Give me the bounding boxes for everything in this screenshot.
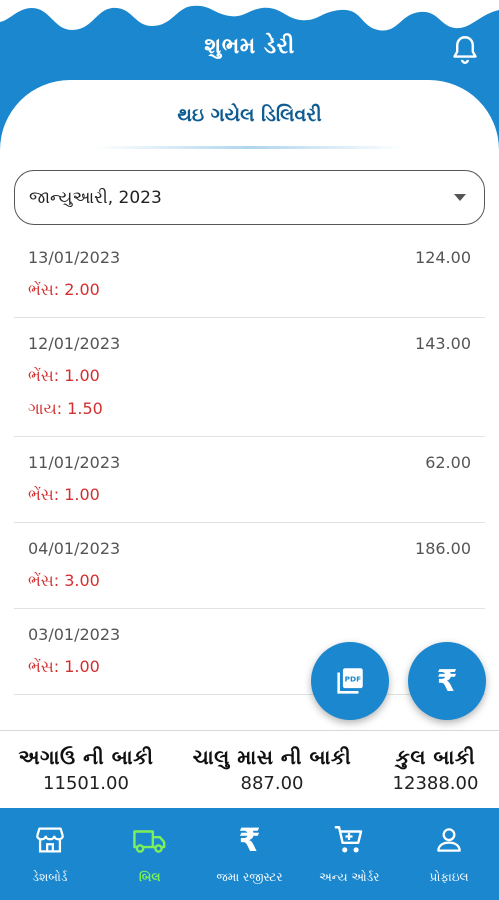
nav-bill-label: બિલ — [138, 870, 161, 884]
pdf-icon: PDF — [337, 668, 363, 694]
delivery-date: 12/01/2023 — [28, 333, 121, 353]
title-divider — [95, 146, 405, 149]
delivery-amount: 62.00 — [425, 452, 471, 472]
person-icon — [437, 828, 461, 852]
month-dropdown[interactable]: જાન્યુઆરી, 2023 — [14, 170, 485, 225]
bell-icon[interactable] — [448, 33, 482, 67]
totals-bar: અગાઉ ની બાકી 11501.00 ચાલુ માસ ની બાકી 8… — [0, 730, 499, 808]
nav-jama-register-label: જમા રજીસ્ટર — [216, 870, 283, 884]
nav-bill[interactable]: બિલ — [100, 808, 200, 900]
delivery-item: ભેંસ: 2.00 — [28, 280, 100, 299]
month-dropdown-value: જાન્યુઆરી, 2023 — [29, 187, 162, 208]
delivery-date: 11/01/2023 — [28, 452, 121, 472]
nav-other-order-label: અન્ય ઓર્ડર — [319, 870, 380, 884]
delivery-item: ભેંસ: 1.00 — [28, 485, 100, 504]
delivery-row[interactable]: 11/01/2023 62.00 ભેંસ: 1.00 — [14, 437, 485, 523]
delivery-item: ભેંસ: 1.00 — [28, 366, 100, 385]
delivery-row[interactable]: 13/01/2023 124.00 ભેંસ: 2.00 — [14, 232, 485, 318]
current-month-balance-value: 887.00 — [240, 773, 304, 794]
delivery-amount: 124.00 — [415, 247, 471, 267]
nav-dashboard[interactable]: ડેશબોર્ડ — [0, 808, 100, 900]
nav-dashboard-label: ડેશબોર્ડ — [32, 870, 68, 884]
total-balance: કુલ બાકી 12388.00 — [372, 731, 499, 808]
section-title: થઇ ગયેલ ડિલિવરી — [177, 104, 322, 126]
delivery-row[interactable]: 04/01/2023 186.00 ભેંસ: 3.00 — [14, 523, 485, 609]
bottom-nav: ડેશબોર્ડ બિલ ₹ જમા રજીસ્ટર અન્ય ઓર્ડર પ્… — [0, 808, 499, 900]
delivery-list: 13/01/2023 124.00 ભેંસ: 2.00 12/01/2023 … — [0, 232, 499, 695]
delivery-item: ગાય: 1.50 — [28, 399, 103, 418]
delivery-amount: 143.00 — [415, 333, 471, 353]
previous-balance-label: અગાઉ ની બાકી — [18, 745, 154, 769]
store-icon — [36, 827, 64, 853]
nav-profile[interactable]: પ્રોફાઇલ — [399, 808, 499, 900]
payment-button[interactable]: ₹ — [408, 642, 486, 720]
current-month-balance: ચાલુ માસ ની બાકી 887.00 — [172, 731, 372, 808]
delivery-amount: 186.00 — [415, 538, 471, 558]
nav-other-order[interactable]: અન્ય ઓર્ડર — [299, 808, 399, 900]
dropdown-arrow-icon — [454, 194, 466, 201]
nav-profile-label: પ્રોફાઇલ — [429, 870, 469, 884]
delivery-date: 03/01/2023 — [28, 624, 121, 644]
truck-icon — [132, 830, 166, 853]
delivery-item: ભેંસ: 1.00 — [28, 657, 100, 676]
app-title: શુભમ ડેરી — [204, 34, 295, 59]
pdf-download-button[interactable]: PDF — [311, 642, 389, 720]
rupee-icon: ₹ — [238, 821, 261, 859]
current-month-balance-label: ચાલુ માસ ની બાકી — [192, 745, 352, 769]
delivery-date: 04/01/2023 — [28, 538, 121, 558]
total-balance-label: કુલ બાકી — [395, 745, 476, 769]
rupee-icon: ₹ — [436, 663, 458, 699]
total-balance-value: 12388.00 — [392, 773, 479, 794]
svg-text:PDF: PDF — [345, 675, 362, 684]
content-card: થઇ ગયેલ ડિલિવરી જાન્યુઆરી, 2023 13/01/20… — [0, 80, 499, 808]
previous-balance: અગાઉ ની બાકી 11501.00 — [0, 731, 172, 808]
delivery-item: ભેંસ: 3.00 — [28, 571, 100, 590]
delivery-date: 13/01/2023 — [28, 247, 121, 267]
delivery-row[interactable]: 12/01/2023 143.00 ભેંસ: 1.00 ગાય: 1.50 — [14, 318, 485, 437]
cart-icon — [335, 826, 363, 853]
previous-balance-value: 11501.00 — [43, 773, 129, 794]
nav-jama-register[interactable]: ₹ જમા રજીસ્ટર — [200, 808, 300, 900]
